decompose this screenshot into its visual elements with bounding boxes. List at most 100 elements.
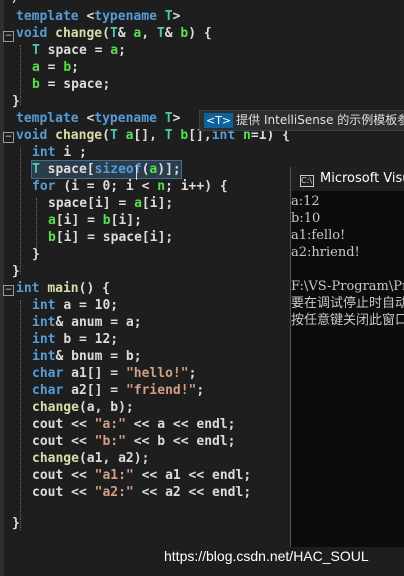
code-token: a = 10; xyxy=(63,298,119,313)
code-token: [i]; xyxy=(110,213,142,228)
code-line[interactable]: int a = 10; xyxy=(32,297,118,314)
code-token: int xyxy=(32,349,56,364)
indent-guide xyxy=(20,45,21,105)
code-line[interactable]: template <typename T> xyxy=(16,8,180,25)
code-token: for xyxy=(32,179,64,194)
code-token: )]; xyxy=(157,162,181,177)
code-line[interactable]: change(a1, a2); xyxy=(32,450,149,467)
code-line[interactable]: void change(T& a, T& b) { xyxy=(16,25,212,42)
code-line[interactable]: for (i = 0; i < n; i++) { xyxy=(32,178,228,195)
fold-toggle[interactable]: − xyxy=(3,132,14,143)
code-line[interactable]: cout << "b:" << b << endl; xyxy=(32,433,236,450)
code-line[interactable]: int& bnum = b; xyxy=(32,348,142,365)
code-token: typename xyxy=(94,9,165,24)
fold-toggle[interactable]: − xyxy=(3,31,14,42)
code-token: void xyxy=(16,26,56,41)
code-token: template xyxy=(16,111,87,126)
code-line[interactable]: } xyxy=(12,515,20,532)
code-token: a xyxy=(110,43,119,58)
code-token: a1[] = xyxy=(71,366,126,381)
code-token: b xyxy=(48,230,56,245)
code-token: cout << xyxy=(32,485,95,500)
code-line[interactable]: a = b; xyxy=(32,59,79,76)
code-token: << a << endl; xyxy=(125,417,236,432)
code-line[interactable]: cout << "a:" << a << endl; xyxy=(32,416,236,433)
code-token: ; i++) { xyxy=(165,179,228,194)
code-token: change xyxy=(55,128,103,143)
code-line[interactable]: space[i] = a[i]; xyxy=(48,195,173,212)
code-token: = xyxy=(39,60,64,75)
console-line: 按任意键关闭此窗口. . . xyxy=(291,313,404,328)
code-token: > xyxy=(172,9,181,24)
code-token: change xyxy=(32,400,79,415)
code-line[interactable]: / xyxy=(12,0,20,7)
code-line[interactable]: template <typename T> xyxy=(16,110,180,127)
code-token: T xyxy=(164,128,181,143)
template-badge: <T> xyxy=(204,113,234,128)
code-line[interactable]: a[i] = b[i]; xyxy=(48,212,142,229)
code-line[interactable]: cout << "a1:" << a1 << endl; xyxy=(32,467,251,484)
code-line[interactable]: int& anum = a; xyxy=(32,314,142,331)
code-token: T xyxy=(32,162,48,177)
code-line[interactable]: int i ; xyxy=(32,144,87,161)
code-token: } xyxy=(32,247,40,262)
code-line[interactable]: char a2[] = "friend!"; xyxy=(32,382,204,399)
indent-guide xyxy=(20,300,21,530)
code-token: a2[] = xyxy=(71,383,126,398)
code-token: ; xyxy=(188,366,197,381)
code-token: main xyxy=(47,281,79,296)
code-token: n xyxy=(157,179,166,194)
code-token: a xyxy=(32,60,40,75)
code-line[interactable]: change(a, b); xyxy=(32,399,134,416)
code-token: } xyxy=(12,94,20,109)
code-line[interactable]: T space = a; xyxy=(32,42,126,59)
code-line[interactable]: } xyxy=(12,93,20,110)
code-line[interactable]: int main() { xyxy=(16,280,110,297)
code-token: = space; xyxy=(39,77,111,92)
code-token: ( xyxy=(102,128,110,143)
indent-guide xyxy=(20,147,21,274)
code-line[interactable]: b = space; xyxy=(32,76,110,93)
code-token: space = xyxy=(47,43,111,58)
code-token: [i] = space[i]; xyxy=(55,230,174,245)
code-token: "b:" xyxy=(94,434,126,449)
code-line[interactable]: cout << "a2:" << a2 << endl; xyxy=(32,484,251,501)
text-cursor xyxy=(136,165,137,180)
fold-toggle[interactable]: − xyxy=(3,285,14,296)
code-token: cout << xyxy=(32,434,95,449)
code-token: [i]; xyxy=(141,196,174,211)
code-line[interactable]: } xyxy=(32,246,40,263)
debug-console-window[interactable]: C:\ Microsoft Visual Studio 调试控制台 a:12 b:1… xyxy=(290,167,404,547)
code-line[interactable]: T space[sizeof(a)]; xyxy=(31,160,182,179)
code-token: / xyxy=(12,0,20,6)
code-token: (i = 0; i < xyxy=(63,179,158,194)
code-line[interactable]: b[i] = space[i]; xyxy=(48,229,173,246)
code-token: & xyxy=(164,26,181,41)
code-token: space[ xyxy=(47,162,95,177)
code-token: ) { xyxy=(188,26,212,41)
console-line: F:\VS-Program\Project1\Debug\ xyxy=(291,279,404,294)
code-token: cout << xyxy=(32,417,95,432)
code-token: (a1, a2); xyxy=(78,451,150,466)
code-token: b xyxy=(63,60,72,75)
code-token: << a2 << endl; xyxy=(133,485,252,500)
code-line[interactable]: char a1[] = "hello!"; xyxy=(32,365,196,382)
code-token: "hello!" xyxy=(125,366,189,381)
code-token: ( xyxy=(102,26,110,41)
code-token: a xyxy=(134,196,142,211)
code-token: int xyxy=(32,145,64,160)
console-title-bar[interactable]: C:\ Microsoft Visual Studio 调试控制台 xyxy=(291,167,404,191)
code-line[interactable]: int b = 12; xyxy=(32,331,118,348)
code-token: template xyxy=(16,9,87,24)
console-line: a:12 xyxy=(291,194,320,209)
code-token: "a2:" xyxy=(94,485,134,500)
code-token: [], xyxy=(133,128,165,143)
console-line: a1:fello! xyxy=(291,228,346,243)
code-token: , xyxy=(141,26,157,41)
code-token: char xyxy=(32,383,72,398)
console-title: Microsoft Visual Studio 调试控制台 xyxy=(320,171,404,186)
code-token: "a1:" xyxy=(94,468,134,483)
code-token: typename xyxy=(94,111,165,126)
code-line[interactable]: } xyxy=(12,263,20,280)
